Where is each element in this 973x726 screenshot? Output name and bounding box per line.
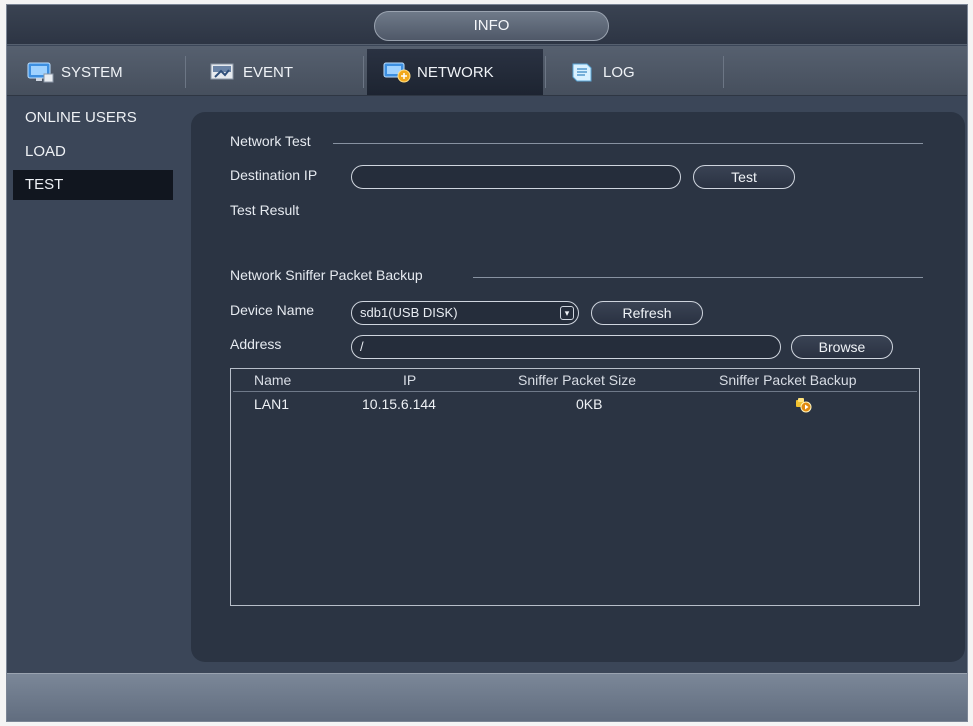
column-header-ip: IP bbox=[403, 372, 417, 388]
monitor-icon bbox=[27, 61, 55, 83]
column-header-name: Name bbox=[254, 372, 292, 388]
section-divider bbox=[473, 277, 923, 278]
chevron-down-icon[interactable]: ▾ bbox=[560, 306, 574, 320]
log-icon bbox=[569, 61, 597, 83]
tab-network[interactable]: NETWORK bbox=[367, 49, 543, 95]
tab-bar: SYSTEM EVENT NETWORK LOG bbox=[7, 46, 967, 96]
tab-event[interactable]: EVENT bbox=[189, 49, 359, 95]
section-divider bbox=[333, 143, 923, 144]
header-divider bbox=[233, 391, 917, 392]
test-button[interactable]: Test bbox=[693, 165, 795, 189]
device-name-value: sdb1(USB DISK) bbox=[360, 305, 458, 320]
window-title: INFO bbox=[374, 11, 609, 41]
column-header-backup: Sniffer Packet Backup bbox=[719, 372, 857, 388]
menu-item-load[interactable]: LOAD bbox=[13, 137, 173, 167]
content-panel: Network Test Destination IP Test Test Re… bbox=[191, 112, 965, 662]
cell-ip: 10.15.6.144 bbox=[362, 396, 436, 412]
bottom-status-bar bbox=[7, 673, 967, 721]
tab-divider bbox=[545, 56, 546, 88]
address-input[interactable]: / bbox=[351, 335, 781, 359]
menu-item-test[interactable]: TEST bbox=[13, 170, 173, 200]
address-label: Address bbox=[230, 336, 282, 352]
tab-log-label: LOG bbox=[603, 63, 635, 81]
cell-name: LAN1 bbox=[254, 396, 290, 412]
tab-divider bbox=[723, 56, 724, 88]
backup-start-icon[interactable] bbox=[795, 397, 813, 416]
tab-system-label: SYSTEM bbox=[61, 63, 123, 81]
tab-divider bbox=[185, 56, 186, 88]
event-icon bbox=[209, 61, 237, 83]
tab-system[interactable]: SYSTEM bbox=[13, 49, 183, 95]
tab-event-label: EVENT bbox=[243, 63, 294, 81]
tab-log[interactable]: LOG bbox=[549, 49, 719, 95]
destination-ip-input[interactable] bbox=[351, 165, 681, 189]
menu-item-online-users[interactable]: ONLINE USERS bbox=[13, 103, 173, 133]
left-menu: ONLINE USERS LOAD TEST bbox=[7, 97, 187, 677]
refresh-button[interactable]: Refresh bbox=[591, 301, 703, 325]
browse-button[interactable]: Browse bbox=[791, 335, 893, 359]
sniffer-title: Network Sniffer Packet Backup bbox=[230, 267, 423, 283]
cell-size: 0KB bbox=[576, 396, 603, 412]
tab-network-label: NETWORK bbox=[417, 63, 494, 81]
title-bar: INFO bbox=[7, 5, 967, 45]
network-icon bbox=[383, 61, 411, 83]
column-header-size: Sniffer Packet Size bbox=[518, 372, 637, 388]
device-name-label: Device Name bbox=[230, 302, 315, 318]
device-name-select[interactable]: sdb1(USB DISK) ▾ bbox=[351, 301, 579, 325]
network-test-title: Network Test bbox=[230, 133, 311, 149]
tab-divider bbox=[363, 56, 364, 88]
sniffer-table: Name IP Sniffer Packet Size Sniffer Pack… bbox=[230, 368, 920, 606]
info-window: INFO SYSTEM EVENT NETWORK LOG ONLINE USE… bbox=[6, 4, 968, 722]
test-result-label: Test Result bbox=[230, 202, 300, 218]
destination-ip-label: Destination IP bbox=[230, 167, 318, 183]
